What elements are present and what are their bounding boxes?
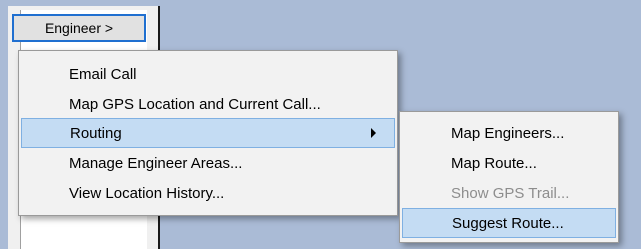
submenu-item-label: Show GPS Trail... (451, 184, 570, 202)
menu-item-manage-engineer-areas[interactable]: Manage Engineer Areas... (21, 148, 395, 178)
menu-item-label: Routing (70, 124, 122, 142)
submenu-item-map-route[interactable]: Map Route... (402, 148, 616, 178)
submenu-item-suggest-route[interactable]: Suggest Route... (402, 208, 616, 238)
submenu-item-label: Suggest Route... (452, 214, 564, 232)
engineer-context-menu: Email Call Map GPS Location and Current … (18, 50, 398, 216)
submenu-arrow-icon (371, 128, 376, 138)
menu-item-label: View Location History... (69, 184, 225, 202)
submenu-item-map-engineers[interactable]: Map Engineers... (402, 118, 616, 148)
routing-submenu: Map Engineers... Map Route... Show GPS T… (399, 111, 619, 243)
menu-item-map-gps-location[interactable]: Map GPS Location and Current Call... (21, 89, 395, 119)
engineer-menu-button[interactable]: Engineer > (12, 14, 146, 42)
menu-item-view-location-history[interactable]: View Location History... (21, 178, 395, 208)
menu-item-routing[interactable]: Routing (21, 118, 395, 148)
menu-item-email-call[interactable]: Email Call (21, 59, 395, 89)
menu-item-label: Map GPS Location and Current Call... (69, 95, 321, 113)
engineer-menu-button-label: Engineer > (44, 20, 114, 36)
menu-item-label: Manage Engineer Areas... (69, 154, 243, 172)
submenu-item-label: Map Engineers... (451, 124, 565, 142)
submenu-item-label: Map Route... (451, 154, 537, 172)
menu-item-label: Email Call (69, 65, 137, 83)
submenu-item-show-gps-trail: Show GPS Trail... (402, 178, 616, 208)
